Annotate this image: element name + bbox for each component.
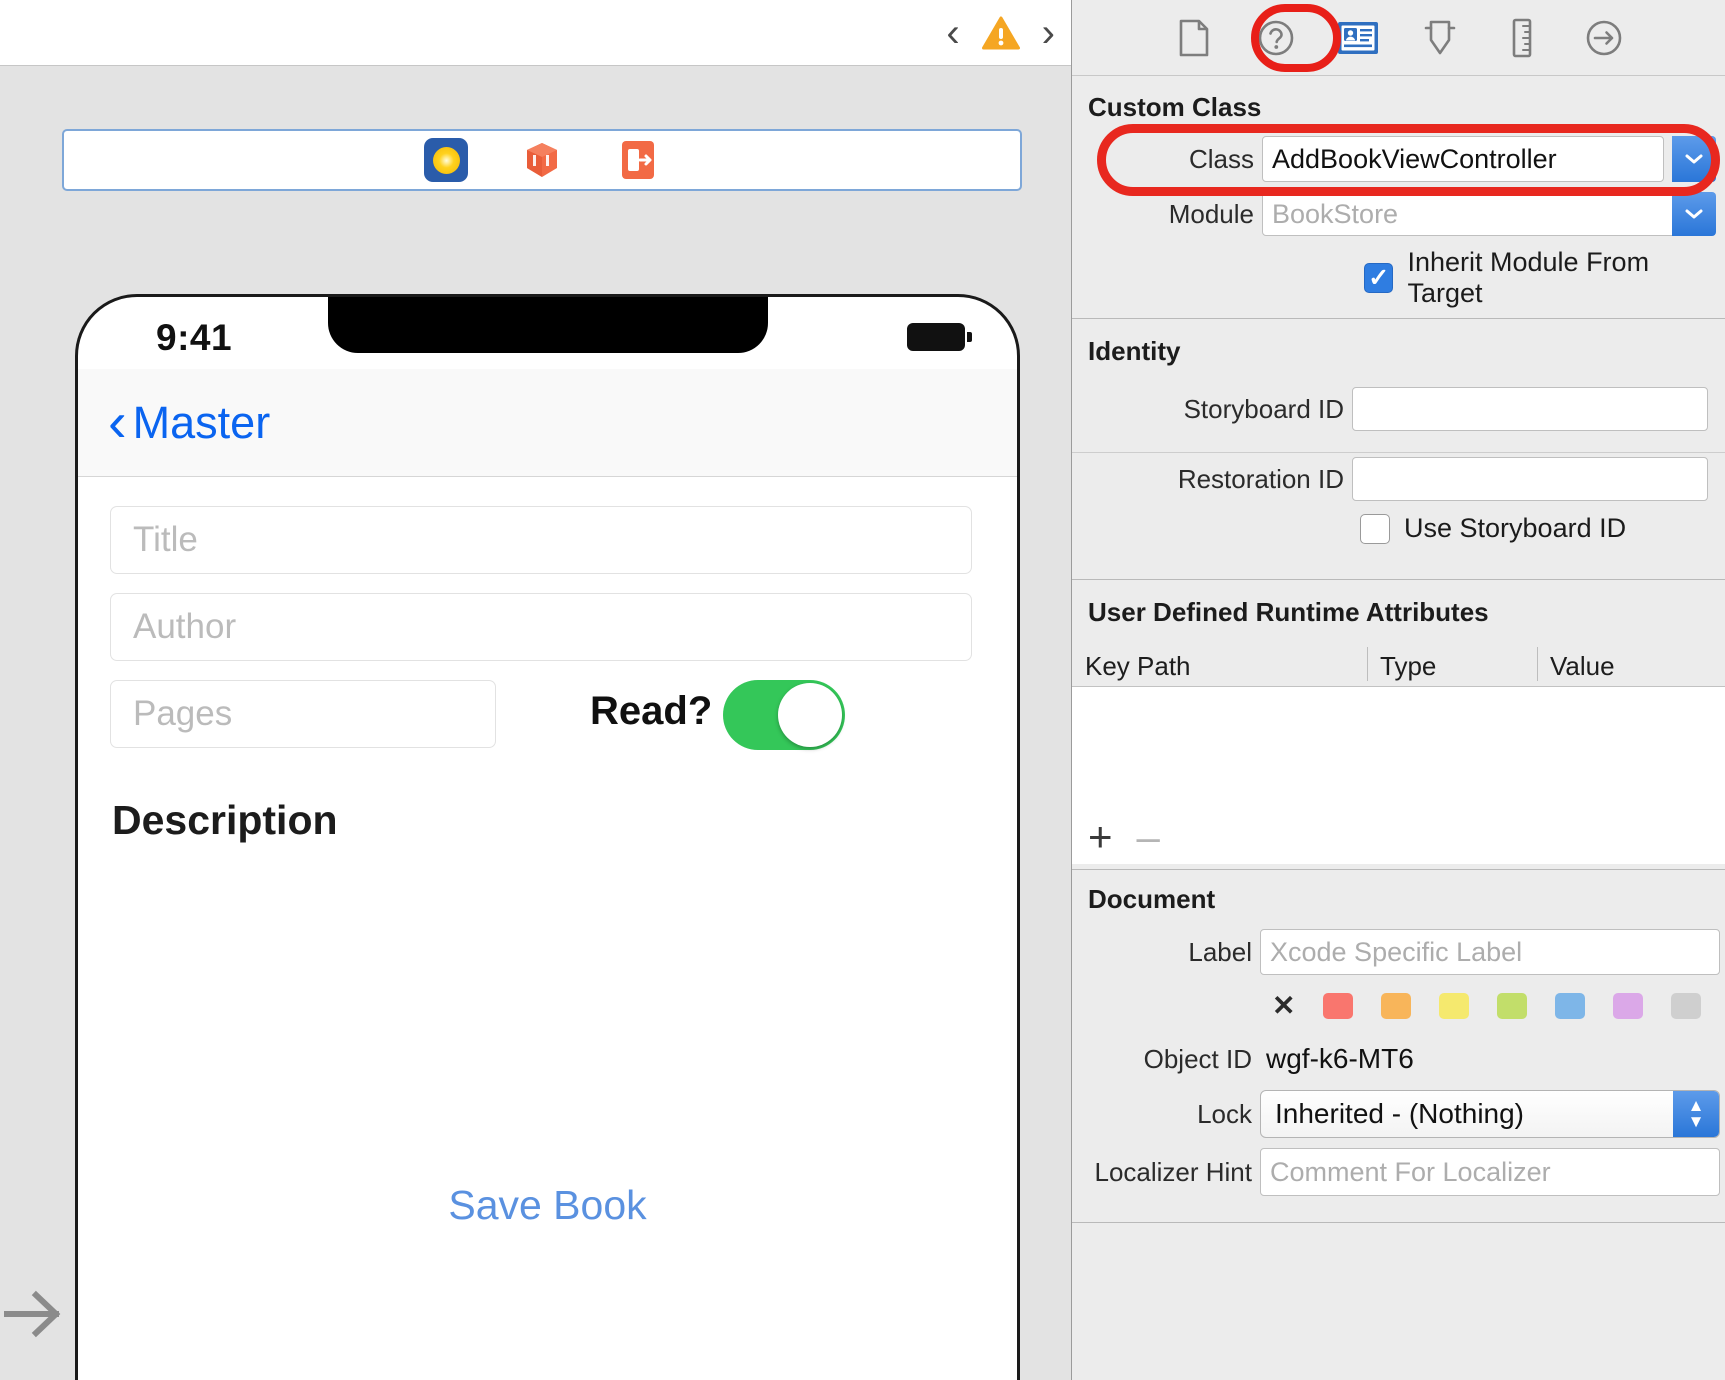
restoration-id-label: Restoration ID	[1177, 463, 1344, 494]
swatch-red[interactable]	[1323, 993, 1354, 1019]
lock-select[interactable]: Inherited - (Nothing) ▲ ▼	[1260, 1090, 1720, 1138]
xcode-interface-builder-window: ‹ › 9:41 ‹ Master Title Author Pages Rea…	[0, 0, 1725, 1380]
pages-field[interactable]: Pages	[110, 680, 496, 748]
use-storyboard-id-label: Use Storyboard ID	[1404, 513, 1627, 543]
swatch-green[interactable]	[1497, 993, 1528, 1019]
document-section-title: Document	[1088, 884, 1216, 914]
add-attribute-button[interactable]: +	[1088, 816, 1113, 859]
object-id-value: wgf-k6-MT6	[1266, 1043, 1414, 1074]
inspector-tab-bar	[1072, 0, 1725, 76]
description-label: Description	[112, 797, 338, 843]
title-field[interactable]: Title	[110, 506, 972, 574]
swatch-gray[interactable]	[1671, 993, 1702, 1019]
exit-icon[interactable]	[616, 138, 660, 182]
connections-inspector-tab[interactable]	[1582, 16, 1626, 60]
storyboard-id-label: Storyboard ID	[1183, 393, 1344, 424]
inherit-module-checkbox[interactable]	[1364, 263, 1394, 293]
chevron-left-icon[interactable]: ‹	[946, 13, 959, 53]
stepper-arrows-icon: ▲ ▼	[1673, 1091, 1719, 1137]
read-switch[interactable]	[723, 680, 845, 750]
localizer-hint-label: Localizer Hint	[1094, 1156, 1252, 1187]
divider	[1072, 869, 1725, 870]
warning-triangle-icon[interactable]	[981, 16, 1020, 50]
document-label-field[interactable]: Xcode Specific Label	[1260, 929, 1720, 975]
first-responder-icon[interactable]	[520, 138, 564, 182]
switch-knob	[778, 683, 842, 747]
author-field[interactable]: Author	[110, 593, 972, 661]
module-field[interactable]: BookStore	[1262, 192, 1680, 236]
divider	[1072, 1222, 1725, 1223]
document-label-label: Label	[1188, 936, 1252, 967]
clear-color-icon[interactable]: ✕	[1272, 992, 1295, 1020]
label-row: Label Xcode Specific Label	[1072, 929, 1725, 975]
status-bar: 9:41	[78, 297, 1017, 369]
arrow-right-icon[interactable]	[1, 1284, 68, 1344]
module-dropdown-button[interactable]	[1672, 192, 1716, 236]
identity-inspector-pane: Custom Class Class AddBookViewController…	[1071, 0, 1725, 1380]
back-button[interactable]: ‹ Master	[108, 390, 271, 454]
swatch-purple[interactable]	[1613, 993, 1644, 1019]
file-inspector-tab[interactable]	[1172, 16, 1216, 60]
class-row: Class AddBookViewController	[1072, 136, 1725, 182]
class-label: Class	[1188, 143, 1254, 174]
chevron-right-icon[interactable]: ›	[1042, 13, 1055, 53]
class-dropdown-button[interactable]	[1672, 136, 1716, 182]
remove-attribute-button[interactable]: –	[1137, 816, 1160, 859]
inherit-module-row[interactable]: Inherit Module From Target	[1364, 247, 1725, 309]
module-row: Module BookStore	[1072, 192, 1725, 236]
use-storyboard-id-checkbox[interactable]	[1360, 513, 1390, 544]
back-button-label: Master	[132, 396, 271, 448]
divider	[1072, 579, 1725, 580]
identity-inspector-tab[interactable]	[1336, 16, 1380, 60]
runtime-attributes-header: Key Path Type Value	[1072, 639, 1725, 687]
size-inspector-tab[interactable]	[1500, 16, 1544, 60]
canvas-pane: ‹ › 9:41 ‹ Master Title Author Pages Rea…	[0, 0, 1071, 1380]
module-label: Module	[1168, 198, 1254, 229]
lock-row: Lock Inherited - (Nothing) ▲ ▼	[1072, 1090, 1725, 1138]
inherit-module-label: Inherit Module From Target	[1407, 247, 1650, 308]
canvas-body[interactable]: 9:41 ‹ Master Title Author Pages Read? D…	[0, 66, 1071, 1380]
column-header-type[interactable]: Type	[1380, 651, 1436, 682]
navigation-bar: ‹ Master	[78, 369, 1017, 477]
localizer-hint-row: Localizer Hint Comment For Localizer	[1072, 1148, 1725, 1196]
scene-dock[interactable]	[62, 129, 1022, 191]
custom-class-section-title: Custom Class	[1088, 92, 1262, 122]
column-header-key-path[interactable]: Key Path	[1085, 651, 1191, 682]
identity-section-title: Identity	[1088, 336, 1181, 366]
use-storyboard-id-row[interactable]: Use Storyboard ID	[1360, 513, 1626, 544]
battery-icon	[907, 323, 972, 351]
restoration-id-row: Restoration ID	[1072, 457, 1725, 501]
chevron-left-icon: ‹	[108, 390, 127, 454]
column-header-value[interactable]: Value	[1550, 651, 1615, 682]
lock-select-value: Inherited - (Nothing)	[1275, 1098, 1525, 1129]
status-time: 9:41	[156, 317, 233, 358]
device-preview[interactable]: 9:41 ‹ Master Title Author Pages Read? D…	[75, 294, 1020, 1380]
swatch-blue[interactable]	[1555, 993, 1586, 1019]
lock-label: Lock	[1197, 1098, 1252, 1129]
object-id-row: Object ID wgf-k6-MT6	[1072, 1041, 1725, 1077]
object-id-label: Object ID	[1143, 1043, 1252, 1074]
restoration-id-field[interactable]	[1352, 457, 1708, 501]
attributes-inspector-tab[interactable]	[1418, 16, 1462, 60]
divider	[1072, 318, 1725, 319]
quick-help-inspector-tab[interactable]	[1254, 16, 1298, 60]
form-area: Title Author Pages Read? Description Sav…	[78, 477, 1017, 1380]
save-book-button[interactable]: Save Book	[78, 1182, 1017, 1229]
read-label: Read?	[590, 689, 713, 733]
storyboard-id-field[interactable]	[1352, 387, 1708, 431]
runtime-attributes-toolbar: + –	[1072, 810, 1725, 864]
class-field[interactable]: AddBookViewController	[1262, 136, 1664, 182]
localizer-hint-field[interactable]: Comment For Localizer	[1260, 1148, 1720, 1196]
storyboard-id-row: Storyboard ID	[1072, 387, 1725, 431]
swatch-yellow[interactable]	[1439, 993, 1470, 1019]
runtime-attributes-section-title: User Defined Runtime Attributes	[1088, 597, 1489, 627]
divider	[1072, 452, 1725, 453]
jump-bar: ‹ ›	[0, 0, 1071, 66]
label-color-swatches: ✕	[1272, 992, 1702, 1020]
swatch-orange[interactable]	[1381, 993, 1412, 1019]
view-controller-icon[interactable]	[424, 138, 468, 182]
